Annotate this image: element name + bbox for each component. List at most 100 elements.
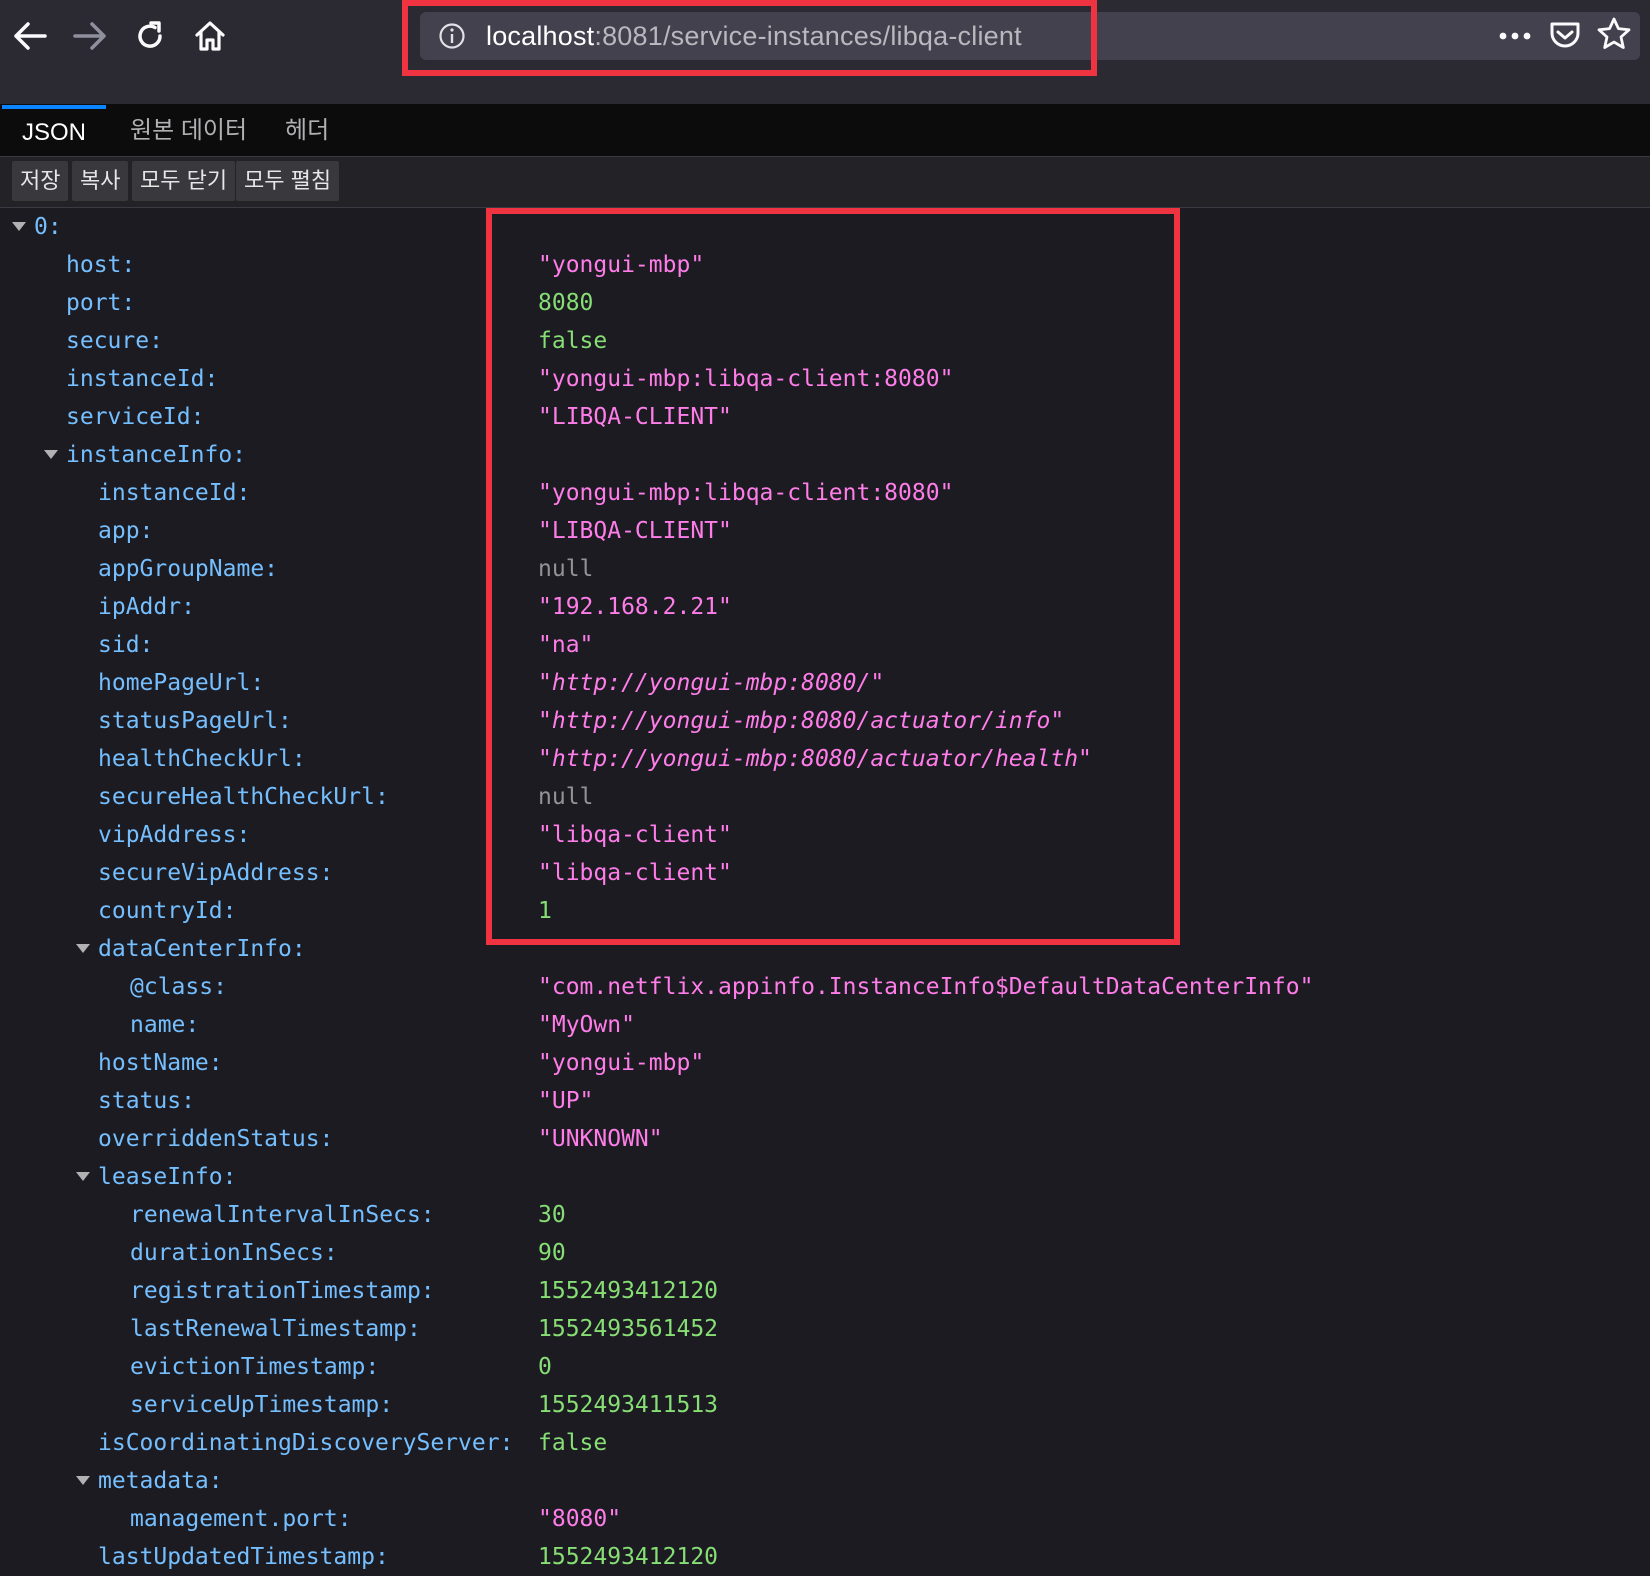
tree-value: 0 bbox=[538, 1354, 552, 1380]
tree-key: renewalIntervalInSecs: bbox=[130, 1202, 435, 1228]
tree-value: 90 bbox=[538, 1240, 566, 1266]
tree-object-row[interactable]: dataCenterInfo: bbox=[0, 930, 1650, 968]
tab-json[interactable]: JSON bbox=[2, 105, 107, 160]
tree-row[interactable]: instanceId: "yongui-mbp:libqa-client:8080… bbox=[0, 474, 1650, 512]
tree-object-row[interactable]: metadata: bbox=[0, 1462, 1650, 1500]
tree-object-row[interactable]: leaseInfo: bbox=[0, 1158, 1650, 1196]
reload-icon bbox=[138, 21, 162, 48]
expand-toggle-icon[interactable] bbox=[44, 450, 58, 459]
tree-key: overriddenStatus: bbox=[98, 1126, 334, 1152]
tree-row[interactable]: port: 8080 bbox=[0, 284, 1650, 322]
tree-value: 1552493561452 bbox=[538, 1316, 719, 1342]
tree-value: 1552493412120 bbox=[538, 1544, 719, 1570]
tree-row[interactable]: secureVipAddress: "libqa-client" bbox=[0, 854, 1650, 892]
tree-value: "UP" bbox=[538, 1088, 594, 1114]
tree-row[interactable]: durationInSecs: 90 bbox=[0, 1234, 1650, 1272]
info-icon[interactable] bbox=[438, 22, 466, 50]
tree-key: app: bbox=[98, 518, 154, 544]
collapse-all-button[interactable]: 모두 닫기 bbox=[132, 161, 236, 201]
tree-row[interactable]: overriddenStatus: "UNKNOWN" bbox=[0, 1120, 1650, 1158]
tree-row[interactable]: @class: "com.netflix.appinfo.InstanceInfo… bbox=[0, 968, 1650, 1006]
json-tree: 0: host: "yongui-mbp" port: 8080 secure: false… bbox=[0, 208, 1650, 1576]
tree-value: "yongui-mbp:libqa-client:8080" bbox=[538, 366, 954, 392]
more-dots-icon bbox=[1499, 32, 1531, 40]
tree-value: null bbox=[538, 784, 594, 810]
tree-key: serviceId: bbox=[66, 404, 205, 430]
back-arrow-icon bbox=[14, 22, 47, 50]
tree-row[interactable]: lastUpdatedTimestamp: 1552493412120 bbox=[0, 1538, 1650, 1576]
tree-key: dataCenterInfo: bbox=[98, 936, 306, 962]
expand-toggle-icon[interactable] bbox=[12, 222, 26, 231]
viewer-tabs: JSON 원본 데이터 헤더 bbox=[0, 105, 1650, 157]
browser-toolbar: localhost:8081/service-instances/libqa-c… bbox=[0, 0, 1650, 105]
url-text[interactable]: localhost:8081/service-instances/libqa-c… bbox=[486, 21, 1022, 52]
page-actions-button[interactable] bbox=[1498, 22, 1532, 55]
tree-row[interactable]: appGroupName: null bbox=[0, 550, 1650, 588]
tree-row[interactable]: instanceId: "yongui-mbp:libqa-client:8080… bbox=[0, 360, 1650, 398]
copy-button[interactable]: 복사 bbox=[72, 161, 129, 201]
tree-object-row[interactable]: 0: bbox=[0, 208, 1650, 246]
home-button[interactable] bbox=[188, 14, 232, 58]
expand-all-button[interactable]: 모두 펼침 bbox=[236, 161, 340, 201]
tree-key: homePageUrl: bbox=[98, 670, 265, 696]
tree-key: instanceId: bbox=[66, 366, 219, 392]
tree-row[interactable]: evictionTimestamp: 0 bbox=[0, 1348, 1650, 1386]
tree-row[interactable]: healthCheckUrl: "http://yongui-mbp:8080/a… bbox=[0, 740, 1650, 778]
tree-value: "yongui-mbp" bbox=[538, 1050, 705, 1076]
tree-key: leaseInfo: bbox=[98, 1164, 237, 1190]
tree-row[interactable]: ipAddr: "192.168.2.21" bbox=[0, 588, 1650, 626]
tree-row[interactable]: secure: false bbox=[0, 322, 1650, 360]
tab-headers[interactable]: 헤더 bbox=[265, 105, 349, 156]
expand-toggle-icon[interactable] bbox=[76, 944, 90, 953]
back-button[interactable] bbox=[8, 14, 52, 58]
tree-value: "http://yongui-mbp:8080/" bbox=[538, 670, 885, 696]
tree-row[interactable]: secureHealthCheckUrl: null bbox=[0, 778, 1650, 816]
tree-value: "yongui-mbp" bbox=[538, 252, 705, 278]
expand-toggle-icon[interactable] bbox=[76, 1476, 90, 1485]
tree-value: false bbox=[538, 328, 608, 354]
tree-row[interactable]: renewalIntervalInSecs: 30 bbox=[0, 1196, 1650, 1234]
forward-button[interactable] bbox=[68, 14, 112, 58]
tree-key: instanceInfo: bbox=[66, 442, 247, 468]
tree-key: isCoordinatingDiscoveryServer: bbox=[98, 1430, 514, 1456]
tree-row[interactable]: serviceId: "LIBQA-CLIENT" bbox=[0, 398, 1650, 436]
tree-key: vipAddress: bbox=[98, 822, 251, 848]
url-bar[interactable]: localhost:8081/service-instances/libqa-c… bbox=[420, 12, 1640, 60]
tree-key: statusPageUrl: bbox=[98, 708, 292, 734]
tree-value: 1552493411513 bbox=[538, 1392, 719, 1418]
tree-row[interactable]: registrationTimestamp: 1552493412120 bbox=[0, 1272, 1650, 1310]
tree-key: durationInSecs: bbox=[130, 1240, 338, 1266]
tree-row[interactable]: isCoordinatingDiscoveryServer: false bbox=[0, 1424, 1650, 1462]
tree-row[interactable]: name: "MyOwn" bbox=[0, 1006, 1650, 1044]
tree-object-row[interactable]: instanceInfo: bbox=[0, 436, 1650, 474]
tree-value: "LIBQA-CLIENT" bbox=[538, 518, 732, 544]
tree-key: secure: bbox=[66, 328, 163, 354]
tree-row[interactable]: lastRenewalTimestamp: 1552493561452 bbox=[0, 1310, 1650, 1348]
tree-row[interactable]: app: "LIBQA-CLIENT" bbox=[0, 512, 1650, 550]
tree-key: evictionTimestamp: bbox=[130, 1354, 380, 1380]
tree-row[interactable]: statusPageUrl: "http://yongui-mbp:8080/ac… bbox=[0, 702, 1650, 740]
tree-row[interactable]: hostName: "yongui-mbp" bbox=[0, 1044, 1650, 1082]
tree-key: sid: bbox=[98, 632, 154, 658]
forward-arrow-icon bbox=[73, 22, 106, 50]
tree-value: "UNKNOWN" bbox=[538, 1126, 663, 1152]
tree-key: name: bbox=[130, 1012, 200, 1038]
tree-row[interactable]: vipAddress: "libqa-client" bbox=[0, 816, 1650, 854]
tree-row[interactable]: countryId: 1 bbox=[0, 892, 1650, 930]
tree-key: ipAddr: bbox=[98, 594, 195, 620]
save-button[interactable]: 저장 bbox=[12, 161, 69, 201]
tree-key: status: bbox=[98, 1088, 195, 1114]
tree-row[interactable]: homePageUrl: "http://yongui-mbp:8080/" bbox=[0, 664, 1650, 702]
tab-raw-data[interactable]: 원본 데이터 bbox=[110, 105, 267, 156]
expand-toggle-icon[interactable] bbox=[76, 1172, 90, 1181]
tree-row[interactable]: management.port: "8080" bbox=[0, 1500, 1650, 1538]
tree-row[interactable]: status: "UP" bbox=[0, 1082, 1650, 1120]
bookmark-button[interactable] bbox=[1596, 16, 1632, 57]
tree-row[interactable]: sid: "na" bbox=[0, 626, 1650, 664]
pocket-button[interactable] bbox=[1548, 18, 1582, 57]
tree-row[interactable]: serviceUpTimestamp: 1552493411513 bbox=[0, 1386, 1650, 1424]
tree-row[interactable]: host: "yongui-mbp" bbox=[0, 246, 1650, 284]
reload-button[interactable] bbox=[128, 14, 172, 58]
home-icon bbox=[195, 21, 225, 51]
tree-value: "libqa-client" bbox=[538, 822, 732, 848]
